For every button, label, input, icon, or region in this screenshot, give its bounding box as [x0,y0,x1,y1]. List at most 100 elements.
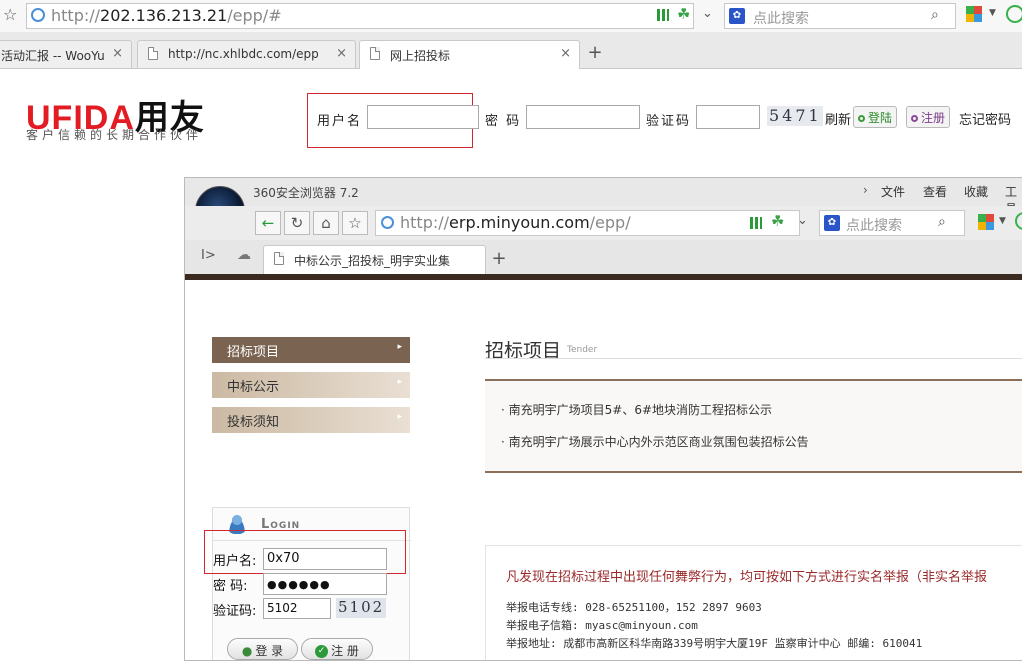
tab-label: http://nc.xhlbdc.com/epp/h [168,47,318,61]
reload-icon[interactable]: ↻ [284,211,310,235]
chevron-right-icon: ▸ [397,377,402,387]
page-icon [274,252,284,265]
header-register-button[interactable]: 注册 [906,106,951,128]
forgot-password-link[interactable]: 忘记密码 [959,109,1011,128]
check-icon: ✓ [315,645,329,658]
inner-tab-active[interactable]: 中标公示_招投标_明宇实业集 [263,245,486,274]
user-icon[interactable] [1015,212,1022,230]
login-btn-label: 登 录 [255,644,284,658]
home-icon[interactable]: ⌂ [313,211,339,235]
close-icon[interactable]: × [560,46,571,61]
inner-url-host: erp.minyoun.com [449,213,590,232]
new-tab-button[interactable]: + [584,43,606,65]
header-login-button[interactable]: 登陆 [853,106,898,128]
report-phone: 举报电话专线: 028-65251100，152 2897 9603 [506,601,762,614]
tab-label: 活动汇报 -- WooYu [1,49,105,63]
report-email: 举报电子信箱: myasc@minyoun.com [506,619,698,632]
inner-search-field[interactable]: ✿ 点此搜索 ⌕ [819,210,965,236]
header-captcha-input[interactable] [696,105,760,129]
inner-new-tab-button[interactable]: + [488,248,510,269]
back-arrow-icon[interactable]: ← [255,211,281,235]
page-icon [370,47,380,60]
inner-browser-window: 360安全浏览器 7.2 › 文件 查看 收藏 工具 ← ↻ ⌂ ☆ http:… [184,177,1022,661]
tab-nc-xhlbdc[interactable]: http://nc.xhlbdc.com/epp/h × [137,40,356,68]
report-panel: 凡发现在招标过程中出现任何舞弊行为，均可按如下方式进行实名举报（非实名举报 举报… [485,545,1022,660]
user-icon[interactable] [1006,5,1022,23]
header-username-input[interactable] [367,105,479,129]
login-captcha-label: 验证码: [213,604,257,619]
tab-bidding-active[interactable]: 网上招投标 × [359,40,580,69]
chevron-down-icon[interactable]: ⌄ [797,213,808,228]
login-username-input[interactable]: 0x70 [263,548,387,570]
chevron-right-icon[interactable]: › [863,183,868,197]
login-captcha-input[interactable]: 5102 [263,598,331,619]
menu-file[interactable]: 文件 [881,183,905,200]
divider [485,358,1022,359]
report-address: 举报地址: 成都市高新区科华南路339号明宇大厦19F 监察审计中心 邮编: 6… [506,637,923,650]
cloud-icon[interactable]: ☁ [237,247,251,263]
search-icon[interactable]: ⌕ [931,7,939,23]
news-item-1[interactable]: · 南充明宇广场项目5#、6#地块消防工程招标公示 [501,401,772,418]
refresh-link[interactable]: 刷新 [825,109,851,128]
search-field[interactable]: ✿ 点此搜索 ⌕ [724,3,956,29]
search-icon[interactable]: ⌕ [938,214,946,230]
sidebar-item-tender[interactable]: 招标项目 ▸ [212,337,410,363]
qr-icon[interactable] [750,217,762,229]
outer-address-bar: ☆ http://202.136.213.21/epp/# ☘ ⌄ ✿ 点此搜索… [0,0,1022,33]
sidebar-item-label: 招标项目 [227,345,280,360]
leaf-icon[interactable]: ☘ [677,5,690,23]
banner-strip [185,274,1022,280]
apps-icon[interactable] [966,6,982,22]
sidebar-item-label: 中标公示 [227,380,280,395]
sidebar-item-notice[interactable]: 投标须知 ▸ [212,407,410,433]
globe-icon [31,8,45,22]
sidebar-toggle-icon[interactable]: I> [201,248,216,263]
inner-url-prefix: http:// [400,213,450,232]
news-list: · 南充明宇广场项目5#、6#地块消防工程招标公示 · 南充明宇广场展示中心内外… [485,381,1022,471]
news-item-2[interactable]: · 南充明宇广场展示中心内外示范区商业氛围包装招标公告 [501,433,809,450]
apps-dropdown-icon[interactable]: ▼ [989,8,996,18]
inner-search-placeholder: 点此搜索 [846,218,902,234]
apps-icon[interactable] [978,214,994,230]
header-password-input[interactable] [526,105,640,129]
divider [485,471,1022,473]
header-captcha-image: 5471 [767,106,823,126]
apps-dropdown-icon[interactable]: ▼ [999,216,1006,226]
star-icon[interactable]: ☆ [3,5,17,24]
baidu-paw-icon[interactable]: ✿ [729,8,745,24]
users-icon: ● [241,644,253,658]
chevron-down-icon[interactable]: ⌄ [702,6,713,21]
header-password-label: 密 码 [485,114,522,129]
register-button[interactable]: ✓ 注 册 [301,638,373,660]
close-icon[interactable]: × [336,46,347,61]
inner-url-field[interactable]: http://erp.minyoun.com/epp/ ☘ [375,210,800,236]
browser-title: 360安全浏览器 7.2 [253,186,359,200]
login-password-label: 密 码: [213,579,248,594]
url-host: 202.136.213.21 [100,6,228,25]
tab-wooyun[interactable]: 活动汇报 -- WooYu × [0,40,132,68]
leaf-icon[interactable]: ☘ [771,212,784,230]
url-field[interactable]: http://202.136.213.21/epp/# ☘ [26,3,694,29]
login-password-input[interactable]: ●●●●●● [263,573,387,595]
login-submit-button[interactable]: ● 登 录 [227,638,298,660]
login-username-label: 用户名: [213,554,257,569]
inner-url-path: /epp/ [589,213,631,232]
login-label: 登陆 [868,111,893,125]
search-placeholder: 点此搜索 [753,11,809,27]
register-btn-label: 注 册 [331,644,359,658]
star-icon[interactable]: ☆ [342,211,368,235]
inner-tab-strip: I> ☁ 中标公示_招投标_明宇实业集 + [185,240,1022,275]
page-icon [148,47,158,60]
globe-icon [381,216,394,229]
close-icon[interactable]: × [112,46,123,61]
baidu-paw-icon[interactable]: ✿ [824,215,840,231]
qr-icon[interactable] [657,9,669,21]
slogan: 客户信赖的长期合作伙伴 [26,128,203,142]
sidebar-item-award[interactable]: 中标公示 ▸ [212,372,410,398]
menu-favorites[interactable]: 收藏 [964,183,988,200]
report-heading: 凡发现在招标过程中出现任何舞弊行为，均可按如下方式进行实名举报（非实名举报 [506,570,988,585]
section-subtitle: Tender [567,345,598,355]
inner-titlebar: 360安全浏览器 7.2 › 文件 查看 收藏 工具 [185,178,1022,236]
inner-navbar: ← ↻ ⌂ ☆ http://erp.minyoun.com/epp/ ☘ ⌄ … [185,206,1022,240]
menu-view[interactable]: 查看 [923,183,947,200]
